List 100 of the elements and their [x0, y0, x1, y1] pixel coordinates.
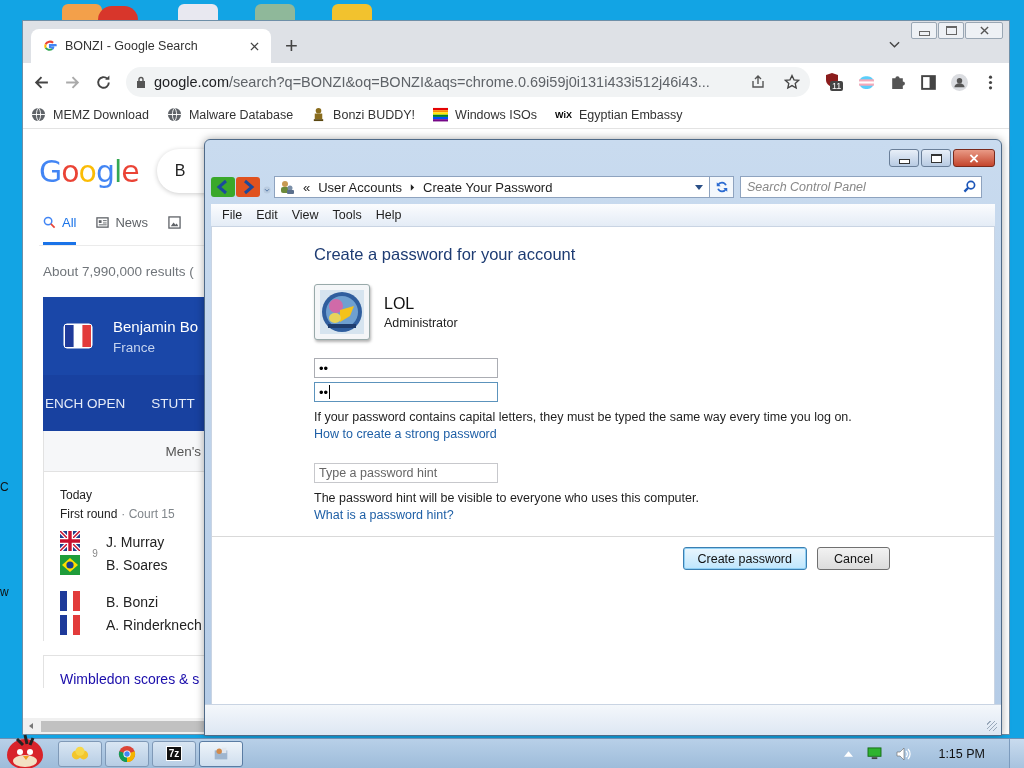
menu-item[interactable]: View: [284, 208, 326, 222]
puzzle-icon[interactable]: [889, 73, 906, 91]
minimize-icon: [898, 158, 910, 164]
browser-tab[interactable]: BONZI - Google Search: [31, 29, 271, 63]
chevron-down-icon[interactable]: [889, 41, 900, 49]
maximize-icon: [945, 26, 957, 35]
password-hint-link[interactable]: What is a password hint?: [314, 508, 454, 522]
profile-icon[interactable]: [951, 73, 968, 91]
globe-icon: [31, 107, 46, 122]
hint-visibility-note: The password hint will be visible to everyone who uses this computer.: [314, 491, 699, 505]
match-day: Today: [60, 488, 205, 502]
network-icon[interactable]: [867, 747, 883, 760]
minimize-button[interactable]: [889, 149, 919, 167]
france-flag-icon: [63, 323, 93, 349]
player-name[interactable]: A. Rinderknech: [106, 616, 202, 633]
globe-icon: [166, 107, 182, 122]
tournament-tab[interactable]: STUTT: [151, 395, 195, 411]
history-dropdown-icon[interactable]: [263, 186, 271, 194]
refresh-button[interactable]: [710, 176, 734, 198]
password-field[interactable]: ••: [314, 358, 498, 378]
france-flag-icon: [60, 615, 80, 635]
player-country: France: [113, 339, 157, 355]
desktop-label: C: [0, 480, 9, 494]
search-tab[interactable]: All: [43, 215, 77, 245]
horizontal-scrollbar[interactable]: [23, 718, 205, 734]
desktop-icon[interactable]: [98, 6, 138, 20]
speaker-icon[interactable]: [896, 746, 913, 761]
search-icon: [43, 216, 56, 229]
image-icon: [167, 216, 181, 229]
address-bar[interactable]: google.com/search?q=BONZI&oq=BONZI&aqs=chrome.0.69i59j0i131i433i512j46i43...: [126, 67, 810, 97]
breadcrumb-item[interactable]: Create Your Password: [423, 179, 553, 195]
draw-label[interactable]: Men's: [165, 443, 201, 459]
strong-password-link[interactable]: How to create a strong password: [314, 427, 497, 441]
clock[interactable]: 1:15 PM: [938, 746, 985, 761]
reload-icon[interactable]: [95, 73, 112, 91]
extension-badge: 11: [830, 81, 844, 91]
brazil-flag-icon: [60, 555, 80, 575]
breadcrumb-item[interactable]: User Accounts: [318, 179, 403, 195]
bookmark[interactable]: Windows ISOs: [433, 107, 538, 122]
bookmark[interactable]: Malware Database: [166, 107, 294, 122]
scores-link[interactable]: Wimbledon scores & s: [60, 671, 200, 687]
close-icon: [979, 26, 989, 35]
resize-grip-icon[interactable]: [987, 721, 997, 731]
maximize-icon: [930, 153, 942, 163]
taskbar-button[interactable]: [105, 740, 149, 767]
capital-letters-note: If your password contains capital letters, they must be typed the same way every time you log on.: [314, 410, 852, 424]
match-round: First round: [60, 507, 118, 521]
google-icon: [43, 39, 57, 53]
menu-item[interactable]: Edit: [249, 208, 285, 222]
close-icon[interactable]: [250, 41, 259, 51]
desktop-label: w: [0, 585, 9, 599]
cancel-button[interactable]: Cancel: [817, 547, 890, 570]
taskbar-button[interactable]: [199, 740, 243, 767]
seed-number: 9: [92, 547, 98, 559]
left-arrow-icon[interactable]: [27, 722, 35, 730]
page-heading: Create a password for your account: [314, 245, 576, 264]
search-icon[interactable]: [963, 180, 976, 193]
france-flag-icon: [60, 591, 80, 611]
back-button[interactable]: [211, 177, 235, 197]
menu-item[interactable]: File: [215, 208, 250, 222]
dropdown-caret-icon[interactable]: [695, 184, 703, 190]
taskbar-button[interactable]: 7z: [152, 740, 196, 767]
refresh-icon: [714, 180, 729, 194]
star-icon[interactable]: [784, 74, 800, 90]
bookmark[interactable]: Bonzi BUDDY!: [311, 107, 416, 122]
lock-icon: [136, 76, 146, 88]
breadcrumb-arrow-icon: [410, 183, 416, 191]
uk-flag-icon: [60, 531, 80, 551]
player-name[interactable]: B. Bonzi: [106, 593, 202, 610]
users-icon: [279, 179, 295, 195]
player-name[interactable]: Benjamin Bo: [113, 317, 199, 335]
password-field[interactable]: ••: [314, 382, 498, 402]
password-hint-field[interactable]: Type a password hint: [314, 463, 498, 483]
menu-item[interactable]: Tools: [325, 208, 369, 222]
player-name[interactable]: J. Murray: [106, 533, 168, 550]
match-court: · Court 15: [121, 507, 175, 521]
player-name[interactable]: B. Soares: [106, 556, 168, 573]
bookmark[interactable]: MEMZ Download: [31, 107, 149, 122]
search-field[interactable]: B: [156, 149, 205, 193]
account-type: Administrator: [384, 315, 458, 330]
address-bar[interactable]: « User Accounts Create Your Password: [274, 176, 710, 198]
account-name: LOL: [384, 294, 416, 313]
search-field[interactable]: Search Control Panel: [740, 176, 982, 198]
newspaper-icon: [96, 216, 110, 229]
forward-button[interactable]: [236, 177, 260, 197]
rainbow-flag-icon: [433, 107, 449, 122]
tournament-tab[interactable]: ENCH OPEN: [45, 395, 126, 411]
create-password-button[interactable]: Create password: [682, 547, 807, 570]
new-tab-button[interactable]: +: [285, 35, 298, 57]
maximize-button[interactable]: [921, 149, 951, 167]
close-icon: [969, 153, 979, 163]
result-count: About 7,990,000 results (: [43, 264, 195, 279]
menu-item[interactable]: Help: [368, 208, 409, 222]
minimize-icon: [918, 31, 930, 36]
share-icon[interactable]: [750, 74, 766, 90]
browser-icon: [118, 744, 136, 763]
bookmark[interactable]: WiX Egyptian Embassy: [555, 107, 683, 122]
search-tab[interactable]: News: [96, 215, 148, 245]
side-panel-icon[interactable]: [920, 73, 937, 91]
close-button[interactable]: [953, 149, 995, 167]
